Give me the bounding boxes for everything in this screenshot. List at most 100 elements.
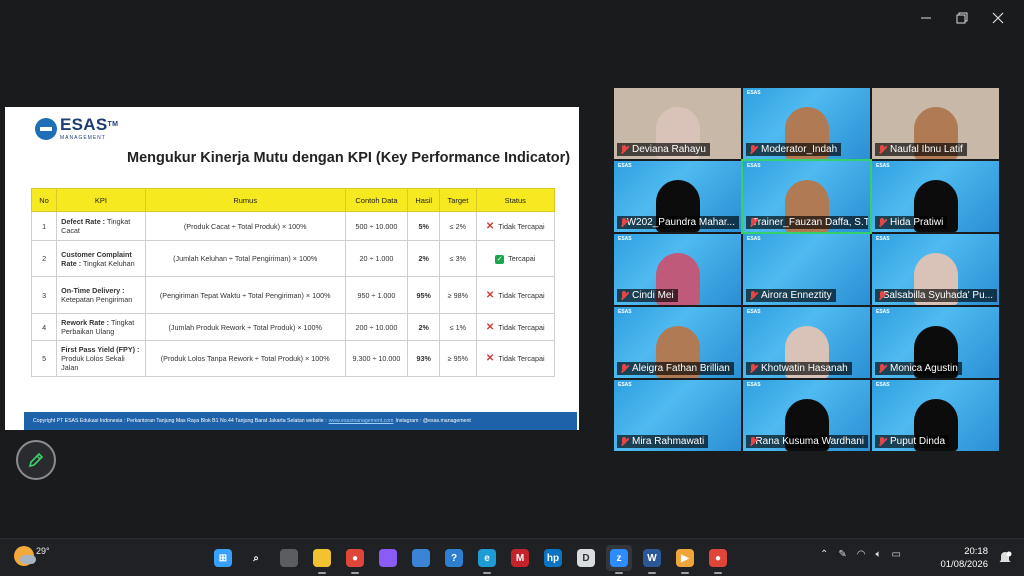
chrome-profile-icon[interactable]: ● bbox=[705, 545, 731, 574]
status-text: Tidak Tercapai bbox=[498, 290, 545, 300]
hp-icon[interactable]: hp bbox=[540, 545, 566, 571]
copilot-glyph bbox=[379, 549, 397, 567]
esas-tag: ESAS bbox=[747, 90, 761, 96]
participant-name-label: Aleigra Fathan Brillian bbox=[617, 362, 734, 375]
cell-contoh-data: 950 ÷ 1.000 bbox=[344, 276, 409, 314]
participant-name: W202_Paundra Mahar... bbox=[626, 217, 735, 228]
participant-tile[interactable]: ESAS Puput Dinda bbox=[872, 380, 999, 451]
participant-tile[interactable]: ESAS Monica Agustin bbox=[872, 307, 999, 378]
cell-contoh-data: 20 ÷ 1.000 bbox=[344, 240, 409, 277]
status-text: Tidak Tercapai bbox=[498, 354, 545, 363]
cell-target: ≤ 1% bbox=[439, 313, 477, 341]
word-glyph: W bbox=[643, 549, 661, 567]
kpi-name-bold: Rework Rate : bbox=[61, 318, 110, 327]
zoom-icon[interactable]: z bbox=[606, 545, 632, 574]
slide-footer: Copyright PT ESAS Edukasi Indonesia : Pe… bbox=[24, 412, 577, 430]
speaker-icon[interactable]: 🔈︎ bbox=[876, 549, 882, 560]
footer-text: Copyright PT ESAS Edukasi Indonesia : Pe… bbox=[33, 418, 327, 424]
cell-contoh-data: 200 ÷ 10.000 bbox=[344, 313, 409, 341]
cell-status: ✓ Tercapai bbox=[475, 240, 555, 277]
notification-icon[interactable] bbox=[998, 551, 1012, 565]
battery-icon[interactable]: ▭ bbox=[892, 549, 901, 560]
cell-target: ≥ 98% bbox=[439, 276, 477, 314]
participant-name: Mira Rahmawati bbox=[632, 436, 705, 447]
chrome-icon[interactable]: ● bbox=[342, 545, 368, 574]
help-icon[interactable]: ? bbox=[441, 545, 467, 571]
windows-start-icon[interactable]: ⊞ bbox=[210, 545, 236, 571]
participant-tile[interactable]: ESAS W202_Paundra Mahar... bbox=[614, 161, 741, 232]
cell-status: ✕ Tidak Tercapai bbox=[475, 276, 555, 314]
participant-tile[interactable]: ESAS Aleigra Fathan Brillian bbox=[614, 307, 741, 378]
clock[interactable]: 20:18 01/08/2026 bbox=[940, 545, 988, 571]
mic-muted-icon bbox=[878, 290, 884, 301]
mic-muted-icon bbox=[749, 144, 758, 155]
copilot-icon[interactable] bbox=[375, 545, 401, 571]
participant-name-label: Cindi Mei bbox=[617, 289, 678, 302]
table-row: 2 Customer Complaint Rate : Tingkat Keluh… bbox=[30, 240, 555, 277]
mic-muted-icon bbox=[878, 144, 887, 155]
file-explorer-icon[interactable] bbox=[309, 545, 335, 574]
system-tray: ⌃ ✎ ◠ 🔈︎ ▭ bbox=[820, 549, 901, 560]
participant-name: Hida Pratiwi bbox=[890, 217, 944, 228]
participant-name-label: Rana Kusuma Wardhani bbox=[746, 435, 868, 448]
zoom-glyph: z bbox=[610, 549, 628, 567]
esas-tag: ESAS bbox=[876, 236, 890, 242]
task-view-glyph bbox=[280, 549, 298, 567]
participant-tile[interactable]: ESAS Trainer_Fauzan Daffa, S.T.,... bbox=[741, 159, 872, 234]
footer-website-link[interactable]: www.esasmanagement.com bbox=[329, 418, 394, 424]
cell-hasil: 2% bbox=[407, 240, 441, 277]
participant-tile[interactable]: Naufal Ibnu Latif bbox=[872, 88, 999, 159]
esas-tag: ESAS bbox=[876, 163, 890, 169]
participant-name-label: Hida Pratiwi bbox=[875, 216, 948, 229]
windows-start-glyph: ⊞ bbox=[214, 549, 232, 567]
help-glyph: ? bbox=[445, 549, 463, 567]
cell-kpi: On-Time Delivery : Ketepatan Pengiriman bbox=[56, 276, 146, 314]
dms-icon[interactable]: D bbox=[573, 545, 599, 571]
weather-widget[interactable]: 29° bbox=[14, 546, 50, 566]
kpi-name-desc: Ketepatan Pengiriman bbox=[61, 295, 133, 304]
mic-muted-icon bbox=[749, 436, 756, 447]
pen-icon[interactable]: ✎ bbox=[838, 549, 846, 560]
cell-hasil: 2% bbox=[407, 313, 441, 341]
annotate-button[interactable] bbox=[16, 440, 56, 480]
participant-tile[interactable]: Deviana Rahayu bbox=[614, 88, 741, 159]
participant-tile[interactable]: ESAS Rana Kusuma Wardhani bbox=[743, 380, 870, 451]
chevron-up-icon[interactable]: ⌃ bbox=[820, 549, 828, 560]
running-indicator bbox=[714, 572, 722, 574]
participant-name: Aleigra Fathan Brillian bbox=[632, 363, 730, 374]
participant-tile[interactable]: ESAS Hida Pratiwi bbox=[872, 161, 999, 232]
kpi-name-bold: On-Time Delivery : bbox=[61, 286, 125, 295]
cell-rumus: (Jumlah Produk Rework ÷ Total Produk) × … bbox=[144, 313, 346, 341]
esas-tag: ESAS bbox=[618, 236, 632, 242]
participant-tile[interactable]: ESAS Khotwatin Hasanah bbox=[743, 307, 870, 378]
participant-tile[interactable]: ESAS Salsabilla Syuhada' Pu... bbox=[872, 234, 999, 305]
participant-name: Airora Enneztity bbox=[761, 290, 832, 301]
hp-glyph: hp bbox=[544, 549, 562, 567]
close-button[interactable] bbox=[980, 6, 1016, 30]
esas-logo: ESASTM MANAGEMENT bbox=[35, 115, 119, 141]
check-icon: ✓ bbox=[495, 254, 505, 264]
restore-button[interactable] bbox=[944, 6, 980, 30]
minimize-button[interactable] bbox=[908, 6, 944, 30]
shared-slide: ESASTM MANAGEMENT Mengukur Kinerja Mutu … bbox=[5, 107, 579, 430]
participant-tile[interactable]: ESAS Cindi Mei bbox=[614, 234, 741, 305]
cell-no: 5 bbox=[30, 340, 58, 377]
status-text: Tidak Tercapai bbox=[498, 221, 545, 231]
participant-tile[interactable]: ESAS Moderator_Indah bbox=[743, 88, 870, 159]
media-icon[interactable]: ▶ bbox=[672, 545, 698, 574]
mic-muted-icon bbox=[620, 217, 626, 228]
edge-icon[interactable]: e bbox=[474, 545, 500, 574]
participant-name-label: W202_Paundra Mahar... bbox=[617, 216, 739, 229]
search-icon[interactable]: ⌕ bbox=[243, 545, 269, 571]
logo-text: ESASTM bbox=[60, 115, 119, 134]
chrome-profile-glyph: ● bbox=[709, 549, 727, 567]
participant-tile[interactable]: ESAS Mira Rahmawati bbox=[614, 380, 741, 451]
word-icon[interactable]: W bbox=[639, 545, 665, 574]
task-view-icon[interactable] bbox=[276, 545, 302, 571]
wifi-icon[interactable]: ◠ bbox=[857, 549, 866, 560]
store-icon[interactable] bbox=[408, 545, 434, 571]
column-header: Contoh Data bbox=[344, 188, 409, 212]
esas-tag: ESAS bbox=[618, 163, 632, 169]
participant-tile[interactable]: ESAS Airora Enneztity bbox=[743, 234, 870, 305]
mcafee-icon[interactable]: M bbox=[507, 545, 533, 571]
